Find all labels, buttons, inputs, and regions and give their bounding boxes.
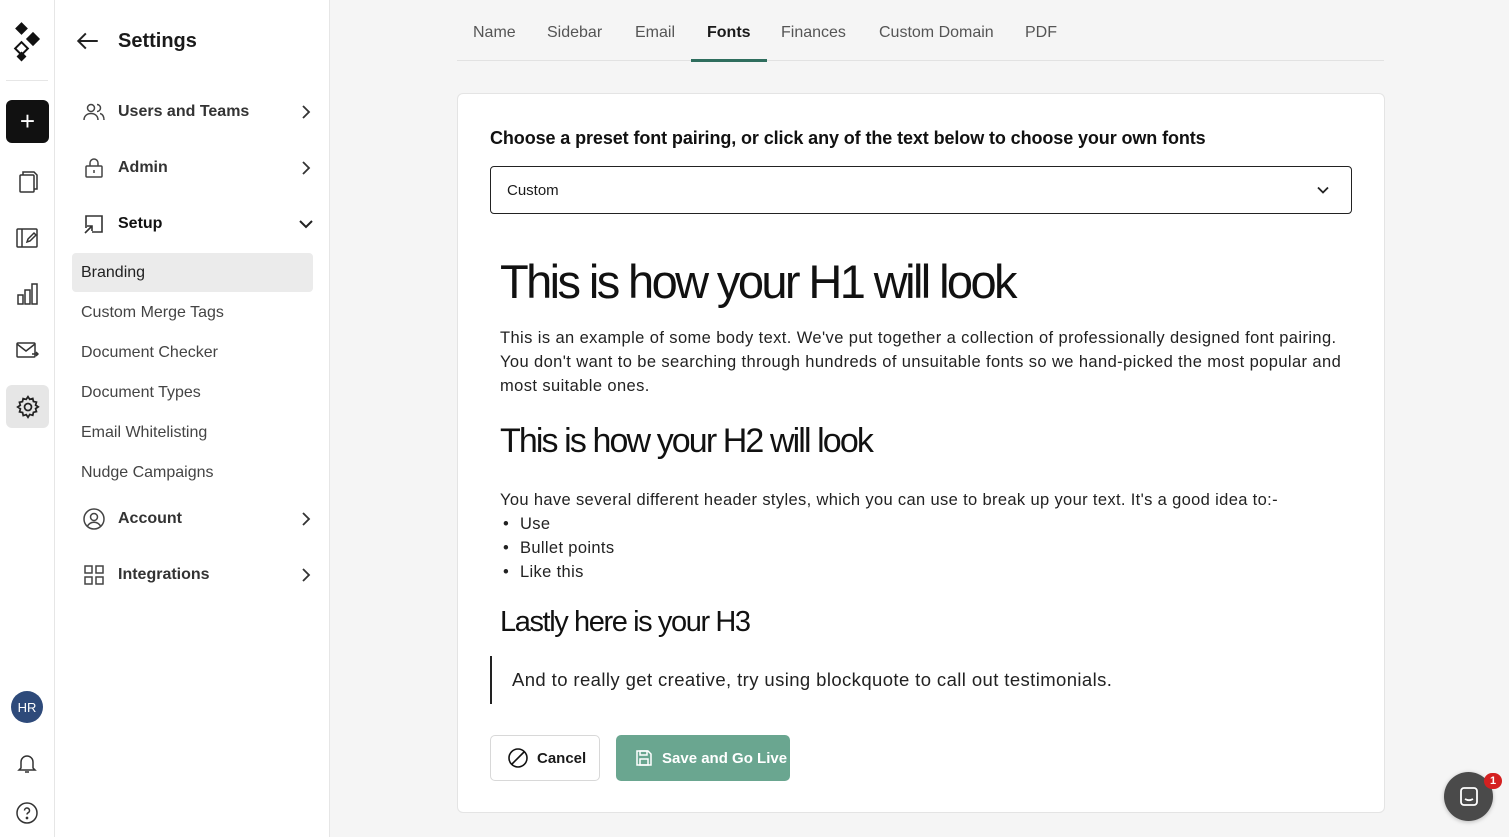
cancel-button[interactable]: Cancel	[490, 735, 600, 781]
save-label: Save and Go Live	[662, 749, 788, 767]
chevron-right-icon	[302, 105, 311, 119]
plus-icon: +	[19, 106, 36, 136]
font-pairing-value: Custom	[507, 181, 559, 199]
save-icon	[636, 750, 652, 766]
save-and-go-live-button[interactable]: Save and Go Live	[616, 735, 790, 781]
avatar[interactable]: HR	[11, 691, 43, 723]
tab-pdf[interactable]: PDF	[1009, 24, 1073, 61]
sidebar-item-label: Integrations	[118, 566, 210, 583]
sidebar-item-label: Users and Teams	[118, 103, 250, 120]
tab-email[interactable]: Email	[619, 24, 691, 61]
tab-custom-domain[interactable]: Custom Domain	[863, 24, 1010, 61]
list-item: Like this	[500, 560, 614, 584]
icon-rail: + HR	[0, 0, 55, 837]
sidebar-subitem-branding[interactable]: Branding	[72, 253, 313, 292]
back-arrow-icon[interactable]	[73, 26, 103, 56]
h3-preview[interactable]: Lastly here is your H3	[500, 606, 751, 639]
chat-icon	[1459, 786, 1478, 806]
tab-sidebar[interactable]: Sidebar	[531, 24, 618, 61]
settings-gear-icon[interactable]	[6, 385, 49, 428]
settings-sidebar: Settings Users and Teams Admin Setup Bra…	[55, 0, 330, 837]
sidebar-header: Settings	[73, 26, 197, 56]
fonts-card: Choose a preset font pairing, or click a…	[457, 93, 1385, 813]
app-logo[interactable]	[12, 22, 44, 62]
sidebar-item-account[interactable]: Account	[81, 502, 321, 536]
cancel-icon	[508, 748, 528, 768]
bell-icon[interactable]	[12, 748, 42, 778]
analytics-icon[interactable]	[12, 279, 42, 309]
sidebar-item-label: Account	[118, 510, 182, 527]
chevron-right-icon	[302, 512, 311, 526]
tab-finances[interactable]: Finances	[765, 24, 862, 61]
body-text-preview[interactable]: This is an example of some body text. We…	[500, 326, 1350, 398]
blockquote-preview[interactable]: And to really get creative, try using bl…	[490, 656, 1112, 704]
sidebar-subitem-custom-merge-tags[interactable]: Custom Merge Tags	[72, 293, 313, 332]
sidebar-subitem-document-checker[interactable]: Document Checker	[72, 333, 313, 372]
bullet-list-preview[interactable]: Use Bullet points Like this	[500, 512, 614, 584]
sidebar-item-admin[interactable]: Admin	[81, 151, 321, 185]
help-icon[interactable]	[12, 798, 42, 828]
cancel-label: Cancel	[537, 749, 587, 767]
sidebar-item-label: Setup	[118, 215, 163, 232]
templates-icon[interactable]	[12, 223, 42, 253]
h2-preview[interactable]: This is how your H2 will look	[500, 422, 874, 461]
grid-icon	[81, 562, 107, 588]
font-pairing-prompt: Choose a preset font pairing, or click a…	[490, 128, 1206, 148]
user-circle-icon	[81, 506, 107, 532]
tab-fonts[interactable]: Fonts	[691, 24, 767, 62]
new-button[interactable]: +	[6, 100, 49, 143]
body-text-preview-2[interactable]: You have several different header styles…	[500, 488, 1278, 512]
chevron-right-icon	[302, 568, 311, 582]
list-item: Bullet points	[500, 536, 614, 560]
list-item: Use	[500, 512, 614, 536]
sidebar-title: Settings	[118, 29, 197, 52]
sidebar-subitem-email-whitelisting[interactable]: Email Whitelisting	[72, 413, 313, 452]
setup-icon	[81, 211, 107, 237]
chevron-right-icon	[302, 161, 311, 175]
chevron-down-icon	[1317, 186, 1329, 194]
users-icon	[81, 99, 107, 125]
documents-icon[interactable]	[12, 167, 42, 197]
sidebar-item-users-and-teams[interactable]: Users and Teams	[81, 95, 321, 129]
sidebar-item-integrations[interactable]: Integrations	[81, 558, 321, 592]
mail-icon[interactable]	[12, 335, 42, 365]
tab-name[interactable]: Name	[457, 24, 532, 61]
branding-tabs: Name Sidebar Email Fonts Finances Custom…	[457, 0, 1384, 62]
notification-badge: 1	[1484, 773, 1502, 789]
sidebar-item-setup[interactable]: Setup	[81, 207, 321, 241]
sidebar-subitem-nudge-campaigns[interactable]: Nudge Campaigns	[72, 453, 313, 492]
font-pairing-select[interactable]: Custom	[490, 166, 1352, 214]
h1-preview[interactable]: This is how your H1 will look	[500, 254, 1018, 309]
chevron-down-icon	[299, 220, 313, 229]
rail-divider	[6, 80, 48, 81]
sidebar-subitem-document-types[interactable]: Document Types	[72, 373, 313, 412]
sidebar-item-label: Admin	[118, 159, 168, 176]
lock-icon	[81, 155, 107, 181]
